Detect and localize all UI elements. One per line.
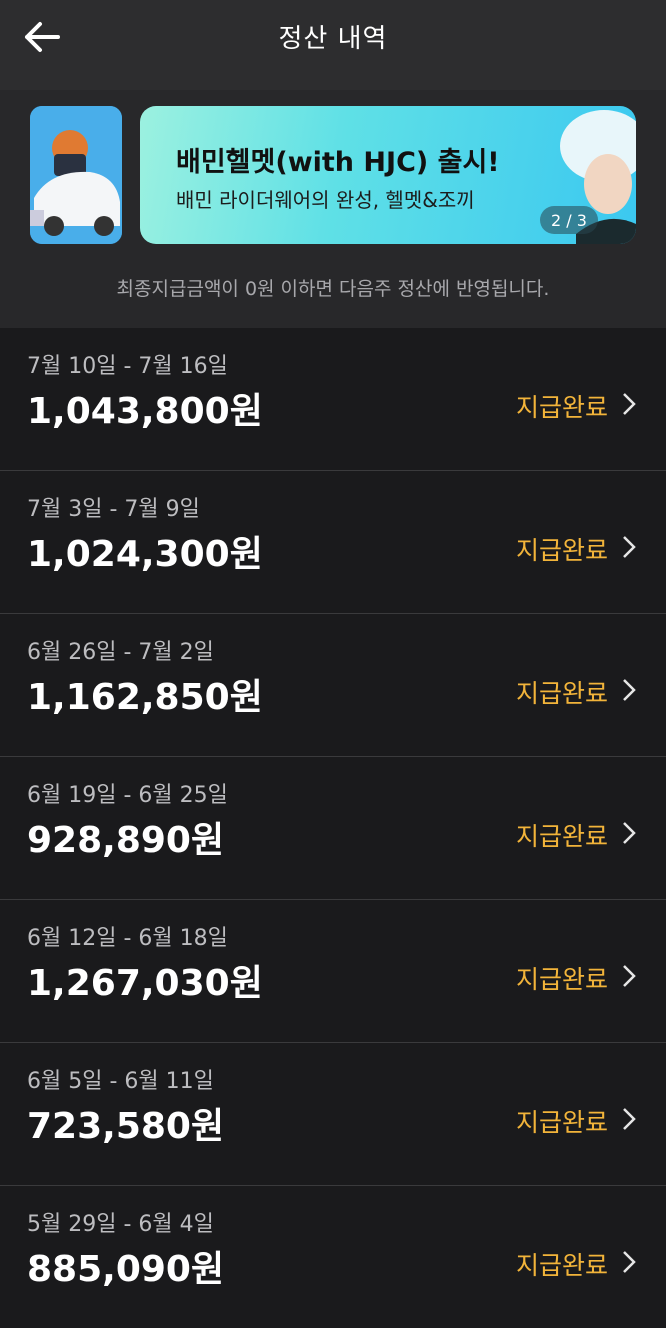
settlement-amount: 928,890원	[27, 820, 225, 861]
settlement-period: 6월 12일 - 6월 18일	[27, 926, 228, 951]
chevron-right-icon	[623, 393, 636, 415]
chevron-right-icon	[623, 1108, 636, 1130]
settlement-period: 6월 19일 - 6월 25일	[27, 783, 228, 808]
chevron-right-icon	[623, 1251, 636, 1273]
settlement-period: 6월 26일 - 7월 2일	[27, 640, 214, 665]
settlement-amount: 885,090원	[27, 1249, 225, 1290]
settlement-row[interactable]: 6월 26일 - 7월 2일 1,162,850원 지급완료	[0, 614, 666, 757]
settlement-row[interactable]: 5월 29일 - 6월 4일 885,090원 지급완료	[0, 1186, 666, 1328]
chevron-right-icon	[623, 536, 636, 558]
settlement-status: 지급완료	[515, 393, 608, 422]
settlement-list: 7월 10일 - 7월 16일 1,043,800원 지급완료 7월 3일 - …	[0, 328, 666, 1328]
settlement-status: 지급완료	[515, 965, 608, 994]
banner-subtitle: 배민 라이더웨어의 완성, 헬멧&조끼	[176, 188, 475, 212]
promo-banner[interactable]: 배민헬멧(with HJC) 출시! 배민 라이더웨어의 완성, 헬멧&조끼 2…	[140, 106, 636, 244]
settlement-status: 지급완료	[515, 1108, 608, 1137]
settlement-amount: 723,580원	[27, 1106, 225, 1147]
promo-thumbnail[interactable]	[30, 106, 122, 244]
settlement-status: 지급완료	[515, 822, 608, 851]
settlement-status: 지급완료	[515, 1251, 608, 1280]
banner-title: 배민헬멧(with HJC) 출시!	[176, 147, 500, 178]
settlement-amount: 1,267,030원	[27, 963, 263, 1004]
settlement-amount: 1,043,800원	[27, 391, 263, 432]
promo-area: 배민헬멧(with HJC) 출시! 배민 라이더웨어의 완성, 헬멧&조끼 2…	[0, 90, 666, 328]
settlement-row[interactable]: 6월 5일 - 6월 11일 723,580원 지급완료	[0, 1043, 666, 1186]
settlement-row[interactable]: 6월 12일 - 6월 18일 1,267,030원 지급완료	[0, 900, 666, 1043]
back-arrow-icon[interactable]	[22, 20, 62, 54]
banner-pager: 2 / 3	[540, 206, 598, 234]
settlement-row[interactable]: 6월 19일 - 6월 25일 928,890원 지급완료	[0, 757, 666, 900]
settlement-period: 7월 10일 - 7월 16일	[27, 354, 228, 379]
car-illustration-icon	[30, 106, 122, 244]
settlement-amount: 1,162,850원	[27, 677, 263, 718]
settlement-status: 지급완료	[515, 679, 608, 708]
chevron-right-icon	[623, 965, 636, 987]
settlement-row[interactable]: 7월 10일 - 7월 16일 1,043,800원 지급완료	[0, 328, 666, 471]
settlement-period: 7월 3일 - 7월 9일	[27, 497, 200, 522]
chevron-right-icon	[623, 822, 636, 844]
top-bar: 정산 내역	[0, 0, 666, 90]
settlement-status: 지급완료	[515, 536, 608, 565]
settlement-amount: 1,024,300원	[27, 534, 263, 575]
chevron-right-icon	[623, 679, 636, 701]
settlement-row[interactable]: 7월 3일 - 7월 9일 1,024,300원 지급완료	[0, 471, 666, 614]
settlement-period: 6월 5일 - 6월 11일	[27, 1069, 214, 1094]
settlement-notice: 최종지급금액이 0원 이하면 다음주 정산에 반영됩니다.	[116, 278, 550, 300]
settlement-period: 5월 29일 - 6월 4일	[27, 1212, 214, 1237]
page-title: 정산 내역	[278, 23, 388, 54]
